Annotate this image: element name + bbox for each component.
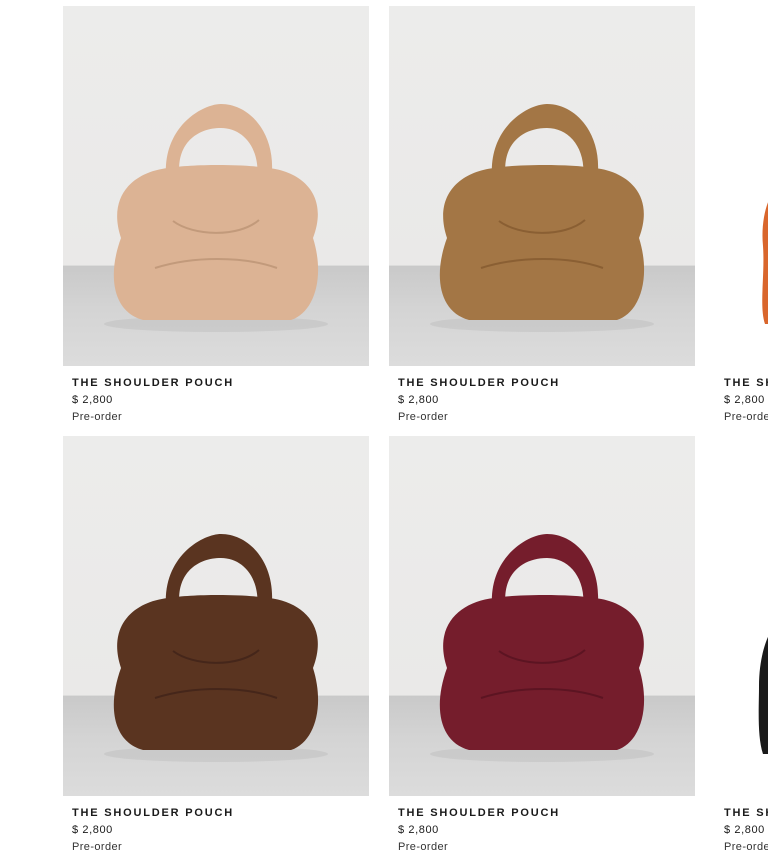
- product-title[interactable]: THE SHOULDER POUCH: [72, 807, 234, 819]
- product-image[interactable]: [63, 6, 369, 366]
- product-image[interactable]: [389, 6, 695, 366]
- product-card-partial-right-1[interactable]: THE SHOULDER POUCH $ 2,800 Pre-order: [715, 6, 768, 436]
- product-price: $ 2,800: [724, 824, 765, 836]
- product-image[interactable]: [389, 436, 695, 796]
- product-image[interactable]: [0, 436, 43, 796]
- product-price: $ 2,800: [398, 394, 439, 406]
- product-title[interactable]: THE SHOULDER POUCH: [724, 807, 768, 819]
- product-card[interactable]: THE SHOULDER POUCH $ 2,800 Pre-order: [63, 6, 369, 423]
- product-card-partial-left-2[interactable]: [0, 436, 43, 796]
- product-card-partial-left-1[interactable]: [0, 6, 43, 366]
- product-title[interactable]: THE SHOULDER POUCH: [724, 377, 768, 389]
- product-price: $ 2,800: [398, 824, 439, 836]
- product-card-partial-right-2[interactable]: THE SHOULDER POUCH $ 2,800 Pre-order: [715, 436, 768, 867]
- product-card[interactable]: THE SHOULDER POUCH $ 2,800 Pre-order: [389, 6, 695, 423]
- product-price: $ 2,800: [724, 394, 765, 406]
- product-image[interactable]: [715, 6, 768, 371]
- product-title[interactable]: THE SHOULDER POUCH: [398, 377, 560, 389]
- product-image[interactable]: [0, 6, 43, 366]
- product-title[interactable]: THE SHOULDER POUCH: [72, 377, 234, 389]
- product-status: Pre-order: [724, 841, 768, 853]
- product-card[interactable]: THE SHOULDER POUCH $ 2,800 Pre-order: [389, 436, 695, 853]
- product-status: Pre-order: [72, 841, 123, 853]
- product-price: $ 2,800: [72, 824, 113, 836]
- product-status: Pre-order: [398, 411, 449, 423]
- product-status: Pre-order: [72, 411, 123, 423]
- product-status: Pre-order: [398, 841, 449, 853]
- product-status: Pre-order: [724, 411, 768, 423]
- product-image[interactable]: [715, 436, 768, 801]
- product-title[interactable]: THE SHOULDER POUCH: [398, 807, 560, 819]
- product-image[interactable]: [63, 436, 369, 796]
- product-card[interactable]: THE SHOULDER POUCH $ 2,800 Pre-order: [63, 436, 369, 853]
- product-price: $ 2,800: [72, 394, 113, 406]
